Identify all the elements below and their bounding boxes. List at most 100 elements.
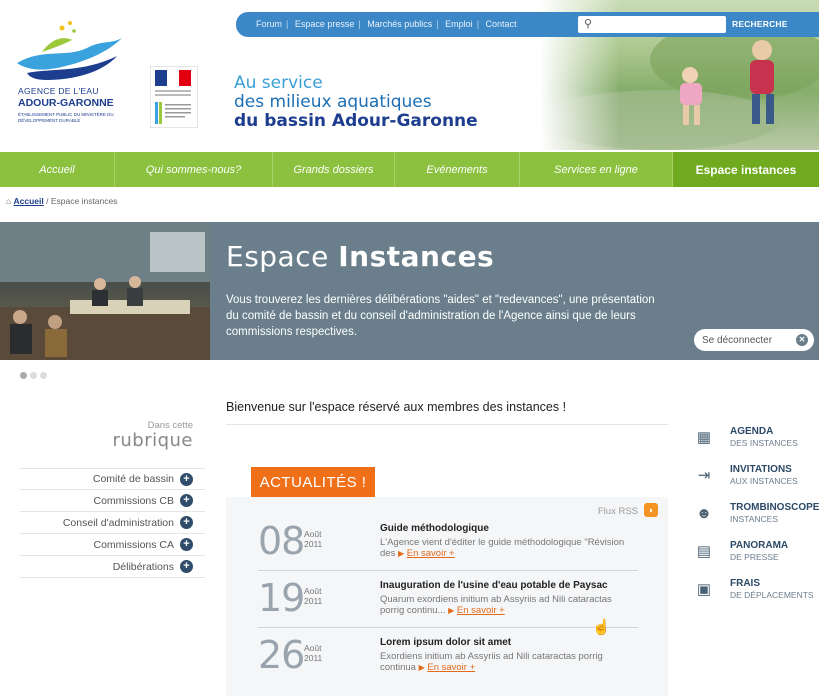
rubrique-heading: rubrique (112, 430, 193, 451)
quicklink-title: INVITATIONS (730, 464, 792, 475)
banner-text: Vous trouverez les dernières délibératio… (226, 294, 655, 338)
left-menu-label: Comité de bassin (92, 473, 174, 485)
slider-dot-2[interactable] (30, 372, 37, 379)
close-icon: ✕ (796, 334, 808, 346)
left-menu-label: Commissions CA (93, 538, 174, 551)
topnav-emploi-link[interactable]: Emploi (445, 19, 473, 29)
document-icon: ▤ (696, 543, 712, 560)
home-icon: ⌂ (6, 196, 12, 206)
logo-etablissement-text: ÉTABLISSEMENT PUBLIC DU MINISTÈRE DU DÉV… (18, 112, 114, 123)
people-icon: ☻ (696, 505, 712, 522)
banner: Espace Instances Vous trouverez les dern… (0, 222, 819, 360)
nav-qui-sommes-nous[interactable]: Qui sommes-nous? (115, 152, 273, 187)
search-button[interactable]: RECHERCHE (732, 19, 788, 29)
nav-espace-instances[interactable]: Espace instances (673, 152, 819, 187)
topnav-contact-link[interactable]: Contact (486, 19, 517, 29)
left-menu: Comité de bassin + Commissions CB + Consei… (20, 468, 205, 578)
login-icon: ⇥ (697, 467, 711, 484)
news-date: Août 2011 (304, 586, 322, 606)
news-day: 19 (258, 576, 305, 620)
news-more-link[interactable]: En savoir + (457, 605, 505, 616)
news-month: Août (304, 529, 322, 539)
tagline-line-3: du bassin Adour-Garonne (234, 111, 478, 131)
plus-icon: + (180, 560, 193, 573)
breadcrumb-separator: / (43, 196, 51, 206)
header: AGENCE DE L'EAU ADOUR-GARONNE ÉTABLISSEM… (0, 0, 819, 150)
search-input[interactable]: ⚲ (578, 16, 726, 33)
breadcrumb-home-link[interactable]: Accueil (14, 196, 44, 206)
left-menu-comite-bassin[interactable]: Comité de bassin + (20, 468, 205, 490)
plus-icon: + (180, 494, 193, 507)
banner-title-bold: Instances (338, 240, 495, 273)
slider-dot-3[interactable] (40, 372, 47, 379)
left-menu-label: Conseil d'administration (62, 516, 174, 529)
nav-evenements[interactable]: Evénements (395, 152, 520, 187)
divider (226, 424, 668, 425)
quicklink-subtitle: AUX INSTANCES (730, 476, 798, 486)
quicklink-agenda[interactable]: ▦ AGENDA DES INSTANCES (690, 422, 819, 460)
left-menu-commissions-cb[interactable]: Commissions CB + (20, 490, 205, 512)
breadcrumb-current: Espace instances (50, 196, 118, 206)
news-item: 26 Août 2011 Lorem ipsum dolor sit amet E… (258, 629, 638, 685)
left-menu-label: Délibérations (112, 560, 174, 573)
news-year: 2011 (304, 539, 323, 549)
news-more-link[interactable]: En savoir + (427, 662, 475, 673)
nav-services-en-ligne[interactable]: Services en ligne (520, 152, 673, 187)
news-date: Août 2011 (304, 529, 322, 549)
news-title[interactable]: Inauguration de l'usine d'eau potable de… (380, 580, 608, 591)
quicklink-frais[interactable]: ▣ FRAIS DE DÉPLACEMENTS (690, 574, 819, 612)
welcome-heading: Bienvenue sur l'espace réservé aux membr… (226, 400, 567, 414)
quicklink-panorama[interactable]: ▤ PANORAMA DE PRESSE (690, 536, 819, 574)
news-year: 2011 (304, 596, 323, 606)
logo-agence-text: AGENCE DE L'EAU (18, 86, 99, 96)
news-year: 2011 (304, 653, 323, 663)
nav-accueil[interactable]: Accueil (0, 152, 115, 187)
banner-title: Espace Instances (226, 240, 494, 273)
quicklink-title: AGENDA (730, 426, 774, 437)
conference-photo (0, 222, 210, 360)
news-body: Exordiens initium ab Assyriis ad Nili ca… (380, 651, 630, 673)
tagline-line-1: Au service (234, 73, 323, 93)
news-body: L'Agence vient d'éditer le guide méthodo… (380, 537, 630, 559)
right-column: ▦ AGENDA DES INSTANCES ⇥ INVITATIONS AUX… (690, 422, 819, 612)
news-month: Août (304, 643, 322, 653)
calendar-icon: ▦ (696, 429, 712, 446)
quicklink-trombinoscope[interactable]: ☻ TROMBINOSCOPE INSTANCES (690, 498, 819, 536)
logo-adour-text: ADOUR-GARONNE (18, 97, 114, 109)
topnav-presse-link[interactable]: Espace presse (295, 19, 355, 29)
quicklink-subtitle: DE PRESSE (730, 552, 779, 562)
nav-grands-dossiers[interactable]: Grands dossiers (273, 152, 395, 187)
top-nav: Forum | Espace presse | Marchés publics | E… (236, 12, 819, 37)
topnav-forum-link[interactable]: Forum (256, 19, 282, 29)
actualites-tab[interactable]: ACTUALITÉS ! (251, 467, 375, 497)
slider-dots (20, 366, 50, 384)
arrow-icon: ▶ (418, 663, 425, 672)
news-excerpt: Exordiens initium ab Assyriis ad Nili ca… (380, 651, 603, 673)
news-title[interactable]: Lorem ipsum dolor sit amet (380, 637, 511, 648)
news-more-link[interactable]: En savoir + (407, 548, 455, 559)
topnav-marches-link[interactable]: Marchés publics (367, 19, 432, 29)
quicklink-title: TROMBINOSCOPE (730, 502, 819, 513)
quicklink-invitations[interactable]: ⇥ INVITATIONS AUX INSTANCES (690, 460, 819, 498)
left-menu-deliberations[interactable]: Délibérations + (20, 556, 205, 578)
quicklink-title: FRAIS (730, 578, 760, 589)
banner-title-light: Espace (226, 240, 339, 273)
plus-icon: + (180, 472, 193, 486)
news-item: 19 Août 2011 Inauguration de l'usine d'ea… (258, 572, 638, 628)
plus-icon: + (180, 516, 193, 529)
calculator-icon: ▣ (696, 581, 712, 598)
left-menu-commissions-ca[interactable]: Commissions CA + (20, 534, 205, 556)
logout-button[interactable]: Se déconnecter ✕ (694, 329, 814, 351)
news-title[interactable]: Guide méthodologique (380, 523, 489, 534)
quicklink-subtitle: INSTANCES (730, 514, 779, 524)
news-day: 26 (258, 633, 305, 677)
news-day: 08 (258, 519, 305, 563)
rss-icon[interactable]: ◗ (644, 503, 658, 517)
tagline-line-2: des milieux aquatiques (234, 92, 432, 112)
slider-dot-1[interactable] (20, 372, 27, 379)
republique-francaise-logo (150, 66, 198, 128)
main-nav: Accueil Qui sommes-nous? Grands dossiers… (0, 152, 819, 187)
conference-image (0, 222, 210, 360)
left-menu-conseil-administration[interactable]: Conseil d'administration + (20, 512, 205, 534)
quicklink-title: PANORAMA (730, 540, 789, 551)
